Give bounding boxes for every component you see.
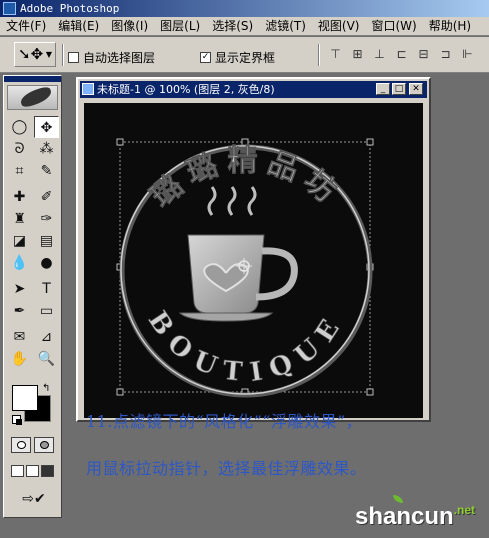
emboss-artwork: 璐璐精品坊 BOUTIQUE — [116, 138, 374, 398]
align-bottom-icon[interactable]: ⊥ — [371, 46, 388, 63]
document-title-bar: 未标题-1 @ 100% (图层 2, 灰色/8) _ □ ✕ — [80, 81, 427, 98]
options-bar: ➘✥ ▼ 自动选择图层 ✓ 显示定界框 ⊤ ⊞ ⊥ ⊏ ⊟ ⊐ ⊩ — [0, 37, 489, 73]
close-button[interactable]: ✕ — [409, 83, 423, 95]
menu-layer[interactable]: 图层(L) — [154, 17, 206, 36]
show-bounding-box-checkbox[interactable]: ✓ 显示定界框 — [200, 49, 275, 66]
document-canvas[interactable]: 璐璐精品坊 BOUTIQUE — [84, 103, 423, 418]
menu-select[interactable]: 选择(S) — [206, 17, 259, 36]
move-tool-icon: ➘✥ — [18, 45, 44, 63]
clone-stamp-tool-icon[interactable]: ♜ — [7, 208, 32, 230]
auto-select-layer-checkbox[interactable]: 自动选择图层 — [68, 49, 155, 66]
coffee-cup-icon — [178, 234, 298, 322]
full-screen-menu-mode-button[interactable] — [26, 465, 39, 477]
quick-mask-mode-button[interactable] — [34, 437, 54, 453]
menu-bar: 文件(F) 编辑(E) 图像(I) 图层(L) 选择(S) 滤镜(T) 视图(V… — [0, 17, 489, 36]
watermark: shancun.net — [355, 503, 475, 531]
maximize-button[interactable]: □ — [392, 83, 406, 95]
photoshop-logo-icon[interactable] — [7, 85, 58, 110]
document-window: 未标题-1 @ 100% (图层 2, 灰色/8) _ □ ✕ 璐璐精品坊 BO… — [76, 77, 431, 422]
magic-wand-tool-icon[interactable]: ⁂ — [34, 138, 59, 160]
menu-view[interactable]: 视图(V) — [312, 17, 366, 36]
shape-tool-icon[interactable]: ▭ — [34, 300, 59, 322]
steam-lines — [207, 186, 257, 216]
photoshop-app-icon — [3, 2, 16, 15]
watermark-brand: shancun — [355, 503, 454, 530]
notes-tool-icon[interactable]: ✉ — [7, 326, 32, 348]
brush-tool-icon[interactable]: ✐ — [34, 186, 59, 208]
dodge-tool-icon[interactable]: ● — [34, 252, 59, 274]
auto-select-layer-label: 自动选择图层 — [83, 51, 156, 65]
move-tool-icon[interactable]: ✥ — [34, 116, 59, 138]
document-title: 未标题-1 @ 100% (图层 2, 灰色/8) — [97, 83, 275, 96]
align-hcenter-icon[interactable]: ⊟ — [415, 46, 432, 63]
minimize-button[interactable]: _ — [376, 83, 390, 95]
default-colors-icon[interactable] — [12, 415, 22, 425]
menu-file[interactable]: 文件(F) — [0, 17, 52, 36]
align-left-icon[interactable]: ⊏ — [393, 46, 410, 63]
healing-brush-tool-icon[interactable]: ✚ — [7, 186, 32, 208]
align-right-icon[interactable]: ⊐ — [437, 46, 454, 63]
align-top-icon[interactable]: ⊤ — [327, 46, 344, 63]
toolbox: ◯ ✥ ᘐ ⁂ ⌗ ✎ ✚ ✐ ♜ ✑ ◪ ▤ 💧 ● ➤ T ✒ ▭ ✉ ⊿ … — [3, 75, 62, 518]
distribute-icon[interactable]: ⊩ — [459, 46, 476, 63]
leaf-icon — [393, 495, 403, 503]
show-bounding-checkbox-box[interactable]: ✓ — [200, 52, 211, 63]
swap-colors-icon[interactable]: ↰ — [42, 383, 50, 394]
options-separator — [62, 44, 64, 66]
crop-tool-icon[interactable]: ⌗ — [7, 160, 32, 182]
toolbox-title-bar — [4, 76, 61, 82]
dropdown-arrow-icon: ▼ — [45, 50, 52, 59]
gradient-tool-icon[interactable]: ▤ — [34, 230, 59, 252]
app-title-bar: Adobe Photoshop — [0, 0, 489, 17]
instruction-line-1: 11.点滤镜下的“风格化”“浮雕效果”， — [86, 412, 363, 431]
eraser-tool-icon[interactable]: ◪ — [7, 230, 32, 252]
zoom-tool-icon[interactable]: 🔍 — [34, 348, 59, 370]
lasso-tool-icon[interactable]: ᘐ — [7, 138, 32, 160]
foreground-color-swatch[interactable] — [12, 385, 38, 411]
history-brush-tool-icon[interactable]: ✑ — [34, 208, 59, 230]
blur-tool-icon[interactable]: 💧 — [7, 252, 32, 274]
instruction-line-2: 用鼠标拉动指针，选择最佳浮雕效果。 — [86, 459, 367, 478]
standard-mode-button[interactable] — [11, 437, 31, 453]
slice-tool-icon[interactable]: ✎ — [34, 160, 59, 182]
menu-help[interactable]: 帮助(H) — [423, 17, 477, 36]
jump-to-imageready-icon[interactable]: ⇨✔ — [10, 488, 58, 510]
menu-filter[interactable]: 滤镜(T) — [259, 17, 312, 36]
eyedropper-tool-icon[interactable]: ⊿ — [34, 326, 59, 348]
standard-screen-mode-button[interactable] — [11, 465, 24, 477]
auto-select-checkbox-box[interactable] — [68, 52, 79, 63]
menu-image[interactable]: 图像(I) — [105, 17, 154, 36]
type-tool-icon[interactable]: T — [34, 278, 59, 300]
marquee-tool-icon[interactable]: ◯ — [7, 116, 32, 138]
document-icon — [82, 83, 94, 95]
show-bounding-box-label: 显示定界框 — [215, 51, 276, 65]
full-screen-mode-button[interactable] — [41, 465, 54, 477]
path-selection-tool-icon[interactable]: ➤ — [7, 278, 32, 300]
pen-tool-icon[interactable]: ✒ — [7, 300, 32, 322]
align-buttons: ⊤ ⊞ ⊥ ⊏ ⊟ ⊐ ⊩ — [327, 46, 481, 63]
top-circle-text: 璐璐精品坊 — [144, 143, 341, 215]
align-vcenter-icon[interactable]: ⊞ — [349, 46, 366, 63]
watermark-tld: .net — [453, 503, 476, 517]
svg-text:璐璐精品坊: 璐璐精品坊 — [145, 143, 349, 214]
tool-preset-picker[interactable]: ➘✥ ▼ — [14, 42, 56, 67]
app-title: Adobe Photoshop — [20, 2, 120, 15]
options-separator — [318, 44, 320, 66]
menu-window[interactable]: 窗口(W) — [365, 17, 422, 36]
menu-edit[interactable]: 编辑(E) — [52, 17, 105, 36]
hand-tool-icon[interactable]: ✋ — [7, 348, 32, 370]
